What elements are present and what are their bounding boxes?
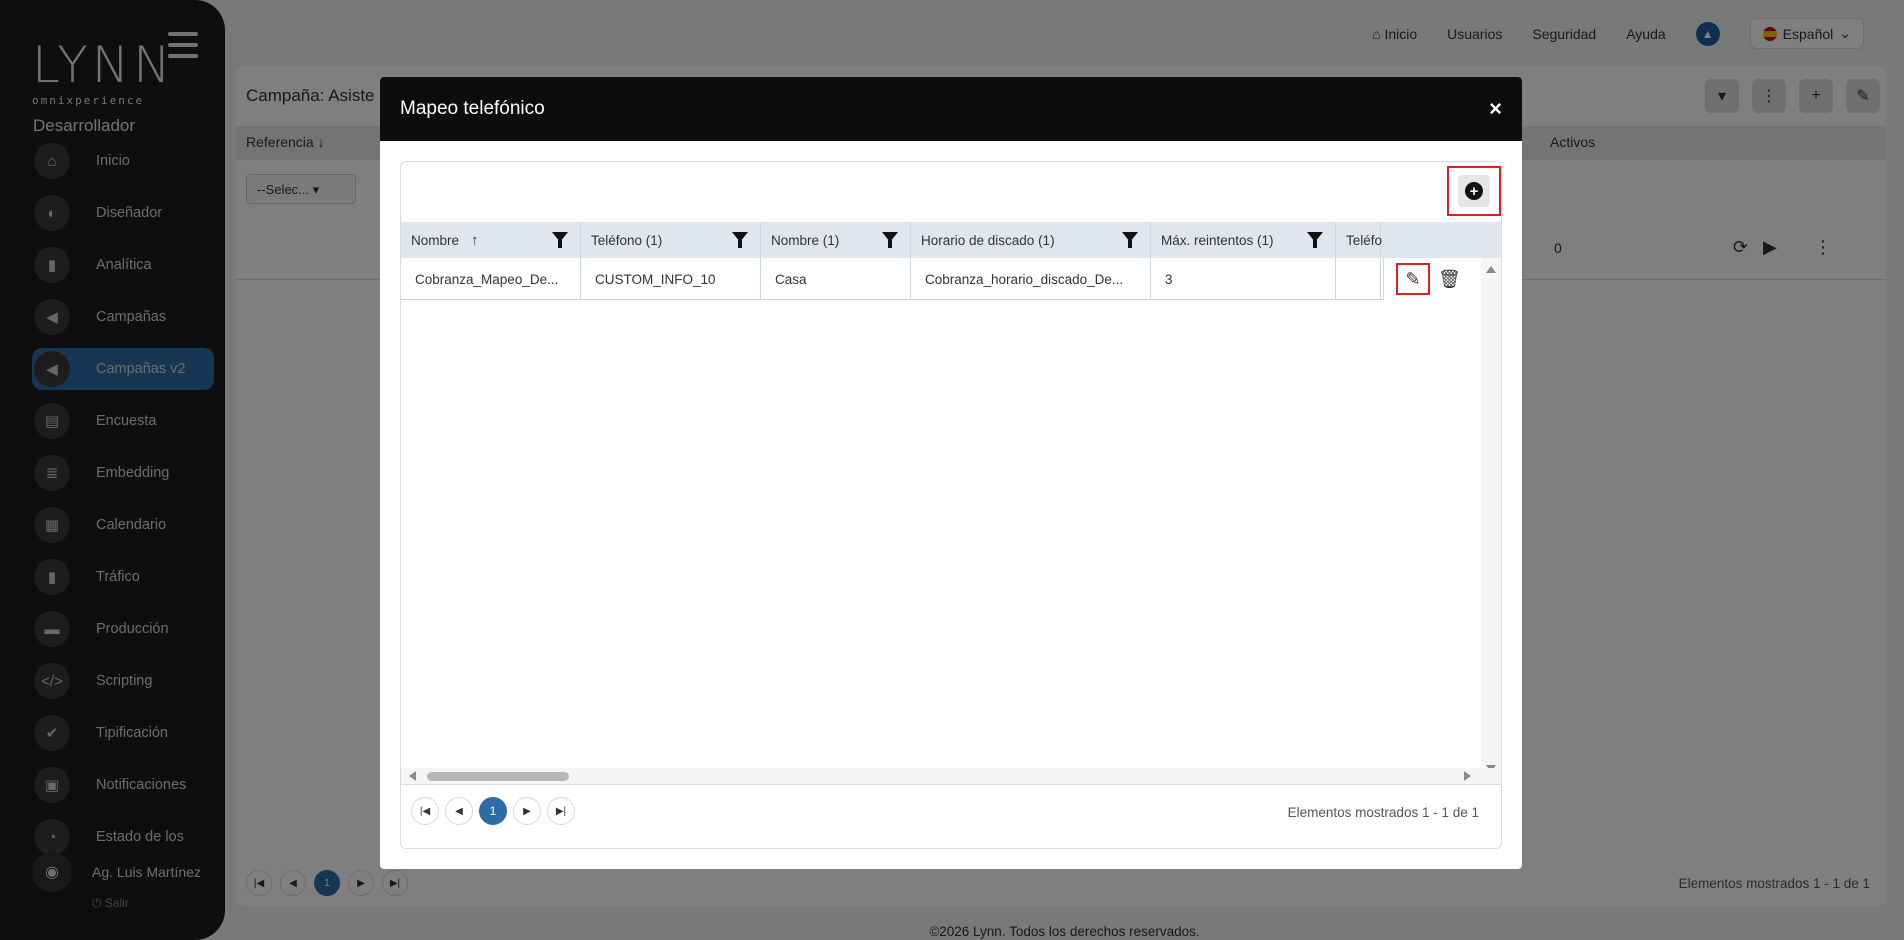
scroll-up-icon[interactable] [1486, 266, 1496, 273]
table-cell: Cobranza_Mapeo_De... [401, 258, 581, 300]
sort-ascending-icon[interactable]: ↑ [471, 232, 479, 249]
pagination: |◀ ◀ 1 ▶ ▶| Elementos mostrados 1 - 1 de… [401, 784, 1501, 848]
table-cell: Cobranza_horario_discado_De... [911, 258, 1151, 300]
column-header[interactable]: Nombre (1) [761, 222, 911, 258]
scroll-right-icon[interactable] [1464, 771, 1471, 781]
phone-mapping-modal: Mapeo telefónico × + Nombre ↑ Teléfono (1)… [380, 77, 1522, 869]
column-header-label: Nombre (1) [771, 232, 840, 248]
horizontal-scrollbar[interactable] [401, 768, 1501, 784]
column-header[interactable]: Teléfo [1336, 222, 1383, 258]
row-actions: ✎ 🗑 [1383, 258, 1481, 300]
edit-icon[interactable]: ✎ [1396, 263, 1430, 295]
filter-icon[interactable] [732, 232, 748, 248]
filter-icon[interactable] [1122, 232, 1138, 248]
column-header[interactable]: Teléfono (1) [581, 222, 761, 258]
phone-mapping-grid: Nombre ↑ Teléfono (1) Nombre (1) Horario de … [401, 222, 1501, 782]
modal-header: Mapeo telefónico × [380, 77, 1522, 141]
table-cell [1336, 258, 1381, 300]
filter-icon[interactable] [552, 232, 568, 248]
close-icon[interactable]: × [1489, 96, 1502, 122]
next-page-button[interactable]: ▶ [513, 797, 541, 825]
column-header-label: Teléfono (1) [591, 232, 663, 248]
prev-page-button[interactable]: ◀ [445, 797, 473, 825]
scroll-left-icon[interactable] [409, 771, 416, 781]
table-cell: CUSTOM_INFO_10 [581, 258, 761, 300]
plus-circle-icon: + [1465, 182, 1483, 200]
column-header-label: Nombre [411, 232, 460, 248]
modal-body: + Nombre ↑ Teléfono (1) Nombre (1) Horario d… [400, 161, 1502, 849]
page-number-button[interactable]: 1 [479, 797, 507, 825]
vertical-scrollbar[interactable] [1481, 258, 1501, 778]
column-header[interactable]: Máx. reintentos (1) [1151, 222, 1336, 258]
table-row[interactable]: Cobranza_Mapeo_De... CUSTOM_INFO_10 Casa Co… [401, 258, 1481, 300]
add-button-highlight: + [1447, 166, 1501, 216]
add-mapping-button[interactable]: + [1458, 175, 1490, 207]
last-page-button[interactable]: ▶| [547, 797, 575, 825]
column-header-label: Máx. reintentos (1) [1161, 232, 1274, 248]
first-page-button[interactable]: |◀ [411, 797, 439, 825]
items-count: Elementos mostrados 1 - 1 de 1 [1287, 805, 1479, 820]
scrollbar-thumb[interactable] [427, 772, 569, 781]
column-header-label: Teléfo [1346, 232, 1383, 248]
column-header[interactable]: Horario de discado (1) [911, 222, 1151, 258]
filter-icon[interactable] [882, 232, 898, 248]
modal-title: Mapeo telefónico [400, 98, 545, 119]
table-cell: Casa [761, 258, 911, 300]
table-cell: 3 [1151, 258, 1336, 300]
trash-icon[interactable]: 🗑 [1438, 269, 1461, 290]
grid-header: Nombre ↑ Teléfono (1) Nombre (1) Horario de … [401, 222, 1501, 258]
column-header[interactable]: Nombre ↑ [401, 222, 581, 258]
column-header-label: Horario de discado (1) [921, 232, 1055, 248]
filter-icon[interactable] [1307, 232, 1323, 248]
